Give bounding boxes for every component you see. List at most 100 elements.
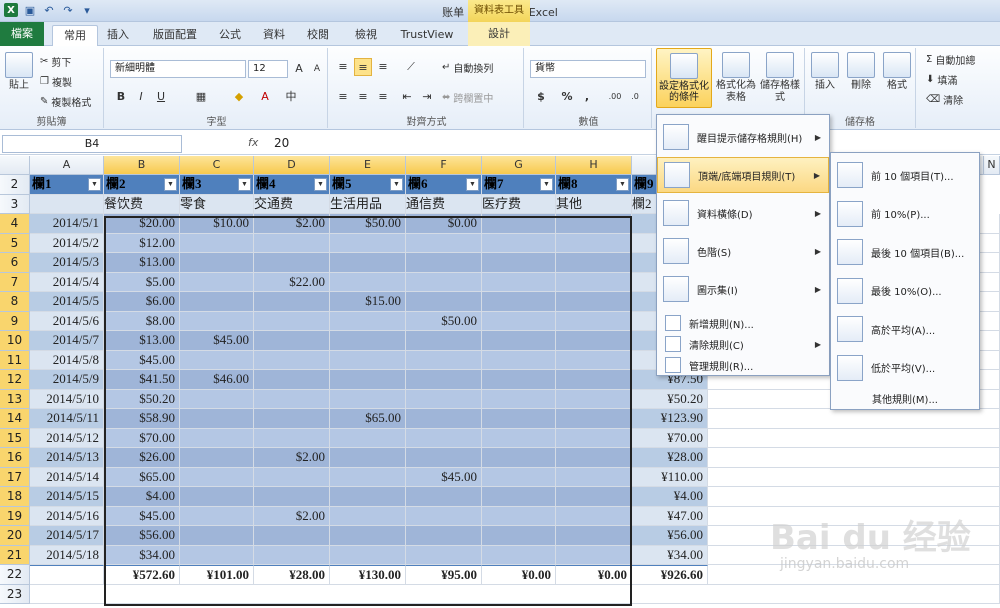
row-header[interactable]: 14 (0, 409, 30, 429)
amount-cell[interactable]: $12.00 (104, 233, 180, 253)
amount-cell[interactable]: $2.00 (254, 448, 330, 468)
amount-cell[interactable] (482, 214, 556, 234)
amount-cell[interactable] (330, 545, 406, 565)
clear-button[interactable]: ⌫ 清除 (926, 92, 963, 107)
decrease-decimal-icon[interactable]: .0 (626, 88, 644, 106)
amount-cell[interactable]: $2.00 (254, 214, 330, 234)
table-header-cell[interactable]: 欄8 ▼ (556, 175, 632, 195)
amount-cell[interactable]: $41.50 (104, 370, 180, 390)
table-header-cell[interactable]: 欄7 ▼ (482, 175, 556, 195)
amount-cell[interactable] (406, 292, 482, 312)
filter-dropdown-icon[interactable]: ▼ (466, 178, 479, 191)
orientation-icon[interactable]: ⟋ (402, 58, 420, 76)
amount-cell[interactable] (180, 526, 254, 546)
empty-cell[interactable] (708, 428, 1000, 448)
autosum-button[interactable]: Σ 自動加總 (926, 52, 975, 67)
amount-cell[interactable]: $45.00 (406, 467, 482, 487)
amount-cell[interactable]: $50.00 (330, 214, 406, 234)
increase-indent-icon[interactable]: ⇥ (418, 88, 436, 106)
amount-cell[interactable]: $13.00 (104, 253, 180, 273)
amount-cell[interactable] (330, 526, 406, 546)
date-cell[interactable]: 2014/5/9 (30, 370, 104, 390)
empty-cell[interactable] (708, 448, 1000, 468)
amount-cell[interactable] (254, 370, 330, 390)
amount-cell[interactable] (254, 545, 330, 565)
date-cell[interactable]: 2014/5/4 (30, 272, 104, 292)
amount-cell[interactable]: $6.00 (104, 292, 180, 312)
amount-cell[interactable] (406, 545, 482, 565)
amount-cell[interactable] (556, 253, 632, 273)
tab-design[interactable]: 設計 (468, 22, 530, 46)
amount-cell[interactable] (330, 389, 406, 409)
insert-cells-button[interactable]: 插入 (809, 52, 841, 92)
column-header-d[interactable]: D (254, 156, 330, 175)
amount-cell[interactable]: $0.00 (406, 214, 482, 234)
table-cell[interactable]: 餐饮费 (104, 194, 180, 214)
tab-insert[interactable]: 插入 (102, 25, 134, 46)
amount-cell[interactable]: $26.00 (104, 448, 180, 468)
row-header[interactable]: 20 (0, 526, 30, 546)
amount-cell[interactable] (556, 467, 632, 487)
top-bottom-rule-item-3[interactable]: 最後 10%(O)... (831, 273, 979, 309)
amount-cell[interactable] (482, 409, 556, 429)
amount-cell[interactable] (482, 370, 556, 390)
column-header-g[interactable]: G (482, 156, 556, 175)
column-header-h[interactable]: H (556, 156, 632, 175)
tab-view[interactable]: 檢視 (350, 25, 382, 46)
table-header-cell[interactable]: 欄4 ▼ (254, 175, 330, 195)
amount-cell[interactable] (556, 214, 632, 234)
amount-cell[interactable] (254, 253, 330, 273)
amount-cell[interactable] (180, 467, 254, 487)
date-cell[interactable]: 2014/5/16 (30, 506, 104, 526)
amount-cell[interactable] (556, 409, 632, 429)
amount-cell[interactable]: $13.00 (104, 331, 180, 351)
amount-cell[interactable] (556, 311, 632, 331)
cf-menu-item-1[interactable]: 頂端/底端項目規則(T) ▶ (657, 157, 829, 193)
amount-cell[interactable] (330, 350, 406, 370)
amount-cell[interactable]: $65.00 (104, 467, 180, 487)
currency-button[interactable]: $ (532, 88, 550, 106)
comma-button[interactable]: , (578, 88, 596, 106)
amount-cell[interactable] (556, 448, 632, 468)
amount-cell[interactable] (254, 331, 330, 351)
conditional-formatting-button[interactable]: 設定格式化的條件 (656, 48, 712, 108)
row-header[interactable]: 5 (0, 233, 30, 253)
row-header[interactable]: 4 (0, 214, 30, 234)
amount-cell[interactable] (406, 409, 482, 429)
column-header-n[interactable]: N (984, 156, 1000, 175)
column-header-b[interactable]: B (104, 156, 180, 175)
amount-cell[interactable]: ¥50.20 (632, 389, 708, 409)
amount-cell[interactable] (180, 487, 254, 507)
amount-cell[interactable] (406, 487, 482, 507)
amount-cell[interactable] (556, 331, 632, 351)
date-cell[interactable]: 2014/5/15 (30, 487, 104, 507)
select-all-corner[interactable] (0, 156, 30, 175)
amount-cell[interactable] (180, 253, 254, 273)
date-cell[interactable]: 2014/5/7 (30, 331, 104, 351)
amount-cell[interactable]: ¥56.00 (632, 526, 708, 546)
amount-cell[interactable] (556, 350, 632, 370)
table-cell[interactable]: 通信费 (406, 194, 482, 214)
amount-cell[interactable]: $56.00 (104, 526, 180, 546)
amount-cell[interactable]: $65.00 (330, 409, 406, 429)
amount-cell[interactable] (330, 467, 406, 487)
amount-cell[interactable] (406, 233, 482, 253)
date-cell[interactable]: 2014/5/10 (30, 389, 104, 409)
table-cell[interactable]: 其他 (556, 194, 632, 214)
amount-cell[interactable] (254, 409, 330, 429)
date-cell[interactable]: 2014/5/6 (30, 311, 104, 331)
row-header[interactable]: 7 (0, 272, 30, 292)
amount-cell[interactable]: ¥34.00 (632, 545, 708, 565)
copy-button[interactable]: ❐ 複製 (40, 74, 72, 89)
amount-cell[interactable] (330, 253, 406, 273)
row-header[interactable]: 19 (0, 506, 30, 526)
empty-cell[interactable] (708, 467, 1000, 487)
paste-button[interactable]: 貼上 (2, 52, 36, 92)
amount-cell[interactable] (254, 292, 330, 312)
format-painter-button[interactable]: ✎ 複製格式 (40, 94, 91, 109)
font-size-combo[interactable]: 12 (248, 60, 288, 78)
cell-styles-button[interactable]: 儲存格樣式 (760, 52, 800, 104)
amount-cell[interactable] (482, 311, 556, 331)
top-bottom-rule-item-4[interactable]: 高於平均(A)... (831, 311, 979, 347)
cf-menu-small-item-1[interactable]: 清除規則(C) ▶ (657, 334, 829, 354)
